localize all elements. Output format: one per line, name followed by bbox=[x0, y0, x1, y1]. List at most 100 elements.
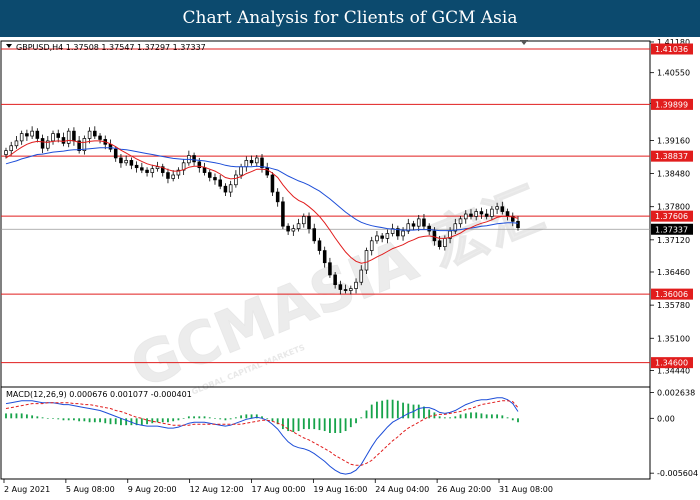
candle-body bbox=[333, 274, 337, 286]
macd-histogram-bar bbox=[407, 403, 410, 419]
candle-body bbox=[458, 218, 463, 225]
candle-body bbox=[119, 157, 123, 164]
time-tick-label: 17 Aug 00:00 bbox=[252, 485, 306, 494]
candle-body bbox=[490, 208, 494, 217]
macd-histogram-bar bbox=[140, 418, 143, 426]
candle-body bbox=[500, 206, 505, 212]
forex-chart[interactable]: GCMASIA 宏汇 GLOBAL CAPITAL MARKETS 1.4118… bbox=[0, 37, 700, 500]
level-price-tag-label: 1.36006 bbox=[655, 290, 688, 299]
macd-histogram-bar bbox=[475, 412, 478, 419]
macd-line bbox=[5, 397, 519, 475]
candle-body bbox=[25, 133, 29, 137]
candle-body bbox=[4, 150, 8, 155]
macd-histogram-bar bbox=[224, 418, 227, 421]
macd-histogram-bar bbox=[349, 418, 352, 428]
candle-body bbox=[302, 216, 306, 225]
candle-body bbox=[228, 184, 233, 193]
candle-body bbox=[166, 172, 170, 179]
macd-histogram-bar bbox=[490, 414, 493, 419]
macd-histogram-bar bbox=[198, 416, 201, 419]
macd-histogram-bar bbox=[454, 416, 457, 419]
candle-body bbox=[213, 177, 217, 181]
candle-body bbox=[98, 135, 102, 140]
candle-body bbox=[479, 211, 484, 215]
candle-body bbox=[416, 218, 421, 227]
macd-histogram-bar bbox=[464, 413, 467, 419]
macd-histogram-bar bbox=[146, 418, 148, 425]
candle-body bbox=[51, 133, 55, 142]
macd-histogram-bar bbox=[219, 418, 222, 420]
candle-body bbox=[124, 160, 128, 164]
price-pane-header: GBPUSD,H4 1.37508 1.37547 1.37297 1.3733… bbox=[16, 43, 206, 52]
macd-histogram-bar bbox=[151, 418, 154, 424]
level-price-tag-label: 1.38837 bbox=[655, 152, 688, 161]
candle-body bbox=[296, 223, 301, 229]
candle-body bbox=[202, 167, 207, 173]
macd-histogram-bar bbox=[506, 417, 509, 419]
macd-histogram-bar bbox=[297, 418, 300, 432]
candle-body bbox=[286, 225, 290, 232]
level-price-tag-label: 1.41036 bbox=[655, 45, 688, 54]
time-tick-label: 19 Aug 16:00 bbox=[313, 485, 367, 494]
level-price-tag-label: 1.39899 bbox=[655, 100, 688, 109]
macd-histogram-bar bbox=[78, 418, 81, 422]
current-price-tag-label: 1.37337 bbox=[655, 225, 688, 234]
scroll-marker-icon[interactable] bbox=[520, 40, 528, 45]
macd-histogram-bar bbox=[15, 413, 18, 419]
macd-histogram-bar bbox=[229, 418, 232, 420]
macd-histogram-bar bbox=[302, 418, 305, 430]
macd-histogram-bar bbox=[423, 406, 425, 419]
macd-histogram-bar bbox=[386, 399, 389, 419]
candle-body bbox=[40, 138, 45, 149]
candle-body bbox=[35, 130, 40, 139]
price-tick-label: 1.37800 bbox=[657, 203, 690, 212]
candle-body bbox=[291, 228, 296, 232]
macd-histogram-bar bbox=[449, 417, 451, 419]
time-tick-label: 5 Aug 08:00 bbox=[66, 485, 115, 494]
macd-histogram-bar bbox=[245, 414, 248, 419]
candle-body bbox=[244, 160, 249, 168]
macd-histogram-bar bbox=[240, 415, 243, 419]
macd-histogram-bar bbox=[187, 416, 190, 419]
candle-body bbox=[87, 130, 92, 139]
candle-body bbox=[134, 164, 139, 169]
macd-histogram-bar bbox=[25, 414, 28, 419]
macd-histogram-bar bbox=[391, 399, 394, 419]
candle-body bbox=[223, 185, 228, 193]
symbol-dropdown-icon[interactable] bbox=[6, 44, 12, 48]
macd-histogram-bar bbox=[318, 418, 321, 431]
candle-body bbox=[30, 130, 34, 137]
candle-body bbox=[281, 201, 285, 227]
macd-histogram-bar bbox=[443, 417, 446, 419]
candle-body bbox=[145, 169, 149, 173]
candle-body bbox=[270, 174, 275, 193]
macd-histogram-bar bbox=[360, 417, 363, 419]
candle-body bbox=[275, 191, 280, 203]
macd-histogram-bar bbox=[365, 410, 368, 419]
macd-histogram-bar bbox=[172, 418, 175, 422]
candle-body bbox=[113, 148, 118, 159]
candle-body bbox=[411, 223, 416, 227]
candle-body bbox=[234, 174, 238, 186]
macd-histogram-bar bbox=[5, 413, 7, 419]
macd-histogram-bar bbox=[214, 418, 216, 419]
level-price-tag-label: 1.34600 bbox=[655, 359, 688, 368]
macd-histogram-bar bbox=[62, 418, 65, 421]
macd-histogram-bar bbox=[83, 418, 86, 422]
price-tick-label: 1.35100 bbox=[657, 334, 690, 343]
time-tick-label: 12 Aug 12:00 bbox=[190, 485, 244, 494]
macd-histogram-bar bbox=[20, 413, 23, 419]
macd-pane-frame bbox=[0, 386, 651, 480]
price-pane-frame bbox=[0, 40, 651, 388]
level-price-tag-label: 1.37606 bbox=[655, 212, 688, 221]
macd-histogram-bar bbox=[177, 418, 180, 421]
macd-histogram-bar bbox=[41, 417, 44, 419]
macd-histogram-bar bbox=[167, 418, 169, 423]
candle-body bbox=[495, 206, 499, 210]
macd-histogram-bar bbox=[370, 404, 373, 419]
macd-histogram-bar bbox=[496, 414, 499, 419]
candle-body bbox=[437, 240, 442, 248]
macd-tick-label: 0.00 bbox=[657, 414, 675, 423]
candle-body bbox=[432, 230, 437, 242]
macd-histogram-bar bbox=[208, 417, 211, 419]
